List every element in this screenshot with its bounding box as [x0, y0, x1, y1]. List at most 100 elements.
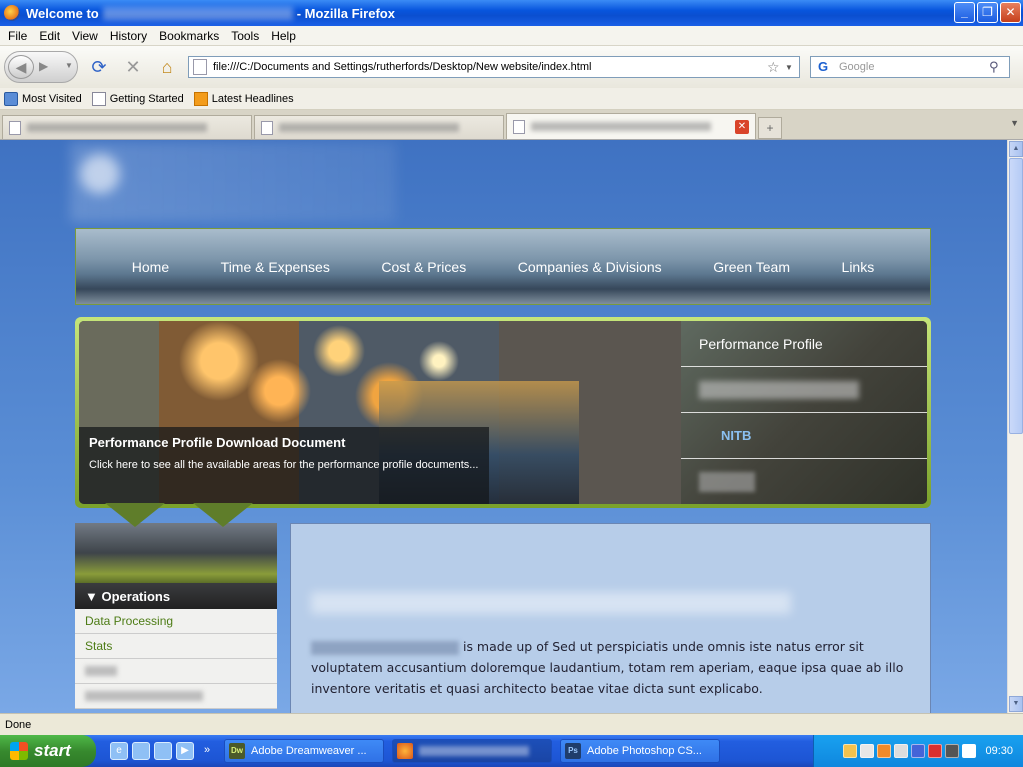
- nav-cost-prices[interactable]: Cost & Prices: [381, 259, 466, 275]
- nav-home[interactable]: Home: [132, 259, 169, 275]
- menu-help[interactable]: Help: [271, 29, 296, 43]
- tray-icon[interactable]: [877, 744, 892, 758]
- back-forward-group: ◀ ▶ ▼: [4, 51, 78, 83]
- bookmark-star-icon[interactable]: ☆: [767, 59, 785, 76]
- minimize-button[interactable]: _: [954, 2, 975, 23]
- window-controls: _ ❐ ✕: [954, 2, 1021, 23]
- bookmark-getting-started[interactable]: Getting Started: [91, 91, 184, 106]
- side-item-performance-profile[interactable]: Performance Profile: [681, 321, 927, 367]
- scroll-up-icon[interactable]: ▲: [1009, 141, 1023, 157]
- start-label: start: [34, 741, 71, 760]
- restore-button[interactable]: ❐: [977, 2, 998, 23]
- page-icon: [91, 91, 106, 106]
- most-visited-icon: [4, 91, 18, 106]
- windows-logo-icon: [10, 742, 28, 760]
- taskbar-dreamweaver[interactable]: Dw Adobe Dreamweaver ...: [224, 739, 384, 763]
- scroll-thumb[interactable]: [1009, 158, 1023, 434]
- ie-icon[interactable]: e: [110, 742, 128, 760]
- bookmark-label: Getting Started: [109, 92, 184, 105]
- window-title-bar[interactable]: Welcome to - Mozilla Firefox _ ❐ ✕: [0, 0, 1023, 26]
- window-title-prefix: Welcome to: [26, 5, 99, 21]
- url-bar[interactable]: file:///C:/Documents and Settings/ruther…: [188, 56, 800, 78]
- taskbar-label: Adobe Photoshop CS...: [587, 745, 702, 757]
- menu-bookmarks[interactable]: Bookmarks: [159, 29, 219, 43]
- site-logo[interactable]: [70, 142, 396, 222]
- back-button[interactable]: ◀: [8, 55, 34, 79]
- banner-side-menu: Performance Profile NITB: [681, 321, 927, 504]
- nav-links[interactable]: Links: [842, 259, 875, 275]
- tab-1[interactable]: [2, 115, 252, 139]
- tab-strip: ✕ + ▼: [0, 110, 1023, 140]
- rss-icon: [193, 91, 208, 106]
- close-tab-icon[interactable]: ✕: [735, 119, 749, 134]
- bookmark-latest-headlines[interactable]: Latest Headlines: [193, 91, 294, 106]
- sidebar-heading-operations[interactable]: ▼ Operations: [75, 583, 277, 609]
- tab-3-active[interactable]: ✕: [506, 113, 756, 139]
- start-button[interactable]: start: [0, 735, 96, 767]
- history-dropdown-icon[interactable]: ▼: [65, 61, 73, 70]
- tray-icon[interactable]: [928, 744, 943, 758]
- quick-launch-more-icon[interactable]: »: [198, 742, 216, 760]
- sidebar-item-redacted-2[interactable]: [75, 684, 277, 709]
- tray-icon[interactable]: [894, 744, 909, 758]
- tray-icon[interactable]: [962, 744, 977, 758]
- tray-icon[interactable]: [860, 744, 875, 758]
- close-button[interactable]: ✕: [1000, 2, 1021, 23]
- sidebar-item-stats[interactable]: Stats: [75, 634, 277, 659]
- sidebar-item-redacted-1[interactable]: [75, 659, 277, 684]
- side-item-redacted-2[interactable]: [681, 459, 927, 504]
- clock[interactable]: 09:30: [985, 745, 1013, 757]
- nav-time-expenses[interactable]: Time & Expenses: [221, 259, 330, 275]
- url-text[interactable]: file:///C:/Documents and Settings/ruther…: [213, 61, 767, 73]
- feature-banner: Performance Profile Download Document Cl…: [75, 317, 931, 508]
- new-tab-button[interactable]: +: [758, 117, 782, 139]
- tray-icon[interactable]: [911, 744, 926, 758]
- nav-green-team[interactable]: Green Team: [713, 259, 790, 275]
- scroll-down-icon[interactable]: ▼: [1009, 696, 1023, 712]
- stop-icon[interactable]: ✕: [120, 54, 146, 80]
- media-player-icon[interactable]: ▶: [176, 742, 194, 760]
- folder-icon[interactable]: [132, 742, 150, 760]
- taskbar-photoshop[interactable]: Ps Adobe Photoshop CS...: [560, 739, 720, 763]
- menu-history[interactable]: History: [110, 29, 147, 43]
- tab-list-icon[interactable]: ▼: [1010, 118, 1019, 128]
- side-item-redacted[interactable]: [681, 367, 927, 413]
- sidebar-item-data-processing[interactable]: Data Processing: [75, 609, 277, 634]
- firefox-icon: [4, 5, 20, 21]
- search-box[interactable]: G Google ⚲: [810, 56, 1010, 78]
- forward-button[interactable]: ▶: [39, 59, 48, 73]
- side-item-nitb[interactable]: NITB: [681, 413, 927, 459]
- menu-file[interactable]: File: [8, 29, 27, 43]
- redacted-title: [102, 6, 293, 20]
- reload-icon[interactable]: ⟳: [86, 54, 112, 80]
- dreamweaver-icon: Dw: [229, 743, 245, 759]
- tray-icon[interactable]: [843, 744, 858, 758]
- banner-caption[interactable]: Performance Profile Download Document Cl…: [79, 427, 489, 504]
- menu-tools[interactable]: Tools: [231, 29, 259, 43]
- taskbar-firefox[interactable]: [392, 739, 552, 763]
- menu-bar: File Edit View History Bookmarks Tools H…: [0, 26, 1023, 46]
- url-dropdown-icon[interactable]: ▼: [785, 63, 799, 72]
- menu-view[interactable]: View: [72, 29, 98, 43]
- redacted-tab-title: [531, 122, 711, 131]
- bookmark-most-visited[interactable]: Most Visited: [4, 91, 82, 106]
- nav-companies-divisions[interactable]: Companies & Divisions: [518, 259, 662, 275]
- tray-icon[interactable]: [945, 744, 960, 758]
- menu-edit[interactable]: Edit: [39, 29, 60, 43]
- main-navigation: Home Time & Expenses Cost & Prices Compa…: [75, 228, 931, 305]
- vertical-scrollbar[interactable]: ▲ ▼: [1007, 140, 1023, 713]
- banner-caption-title: Performance Profile Download Document: [89, 435, 346, 450]
- google-icon[interactable]: G: [811, 57, 835, 77]
- banner-photo[interactable]: Performance Profile Download Document Cl…: [79, 321, 681, 504]
- browser-icon[interactable]: [154, 742, 172, 760]
- status-text: Done: [5, 718, 32, 731]
- firefox-icon: [397, 743, 413, 759]
- search-placeholder[interactable]: Google: [835, 61, 989, 73]
- redacted-heading: [311, 592, 791, 614]
- home-icon[interactable]: ⌂: [154, 54, 180, 80]
- search-icon[interactable]: ⚲: [989, 59, 1009, 75]
- page-icon: [513, 119, 525, 134]
- content-paragraph: is made up of Sed ut perspiciatis unde o…: [311, 636, 910, 699]
- tab-2[interactable]: [254, 115, 504, 139]
- status-bar: Done: [0, 713, 1023, 735]
